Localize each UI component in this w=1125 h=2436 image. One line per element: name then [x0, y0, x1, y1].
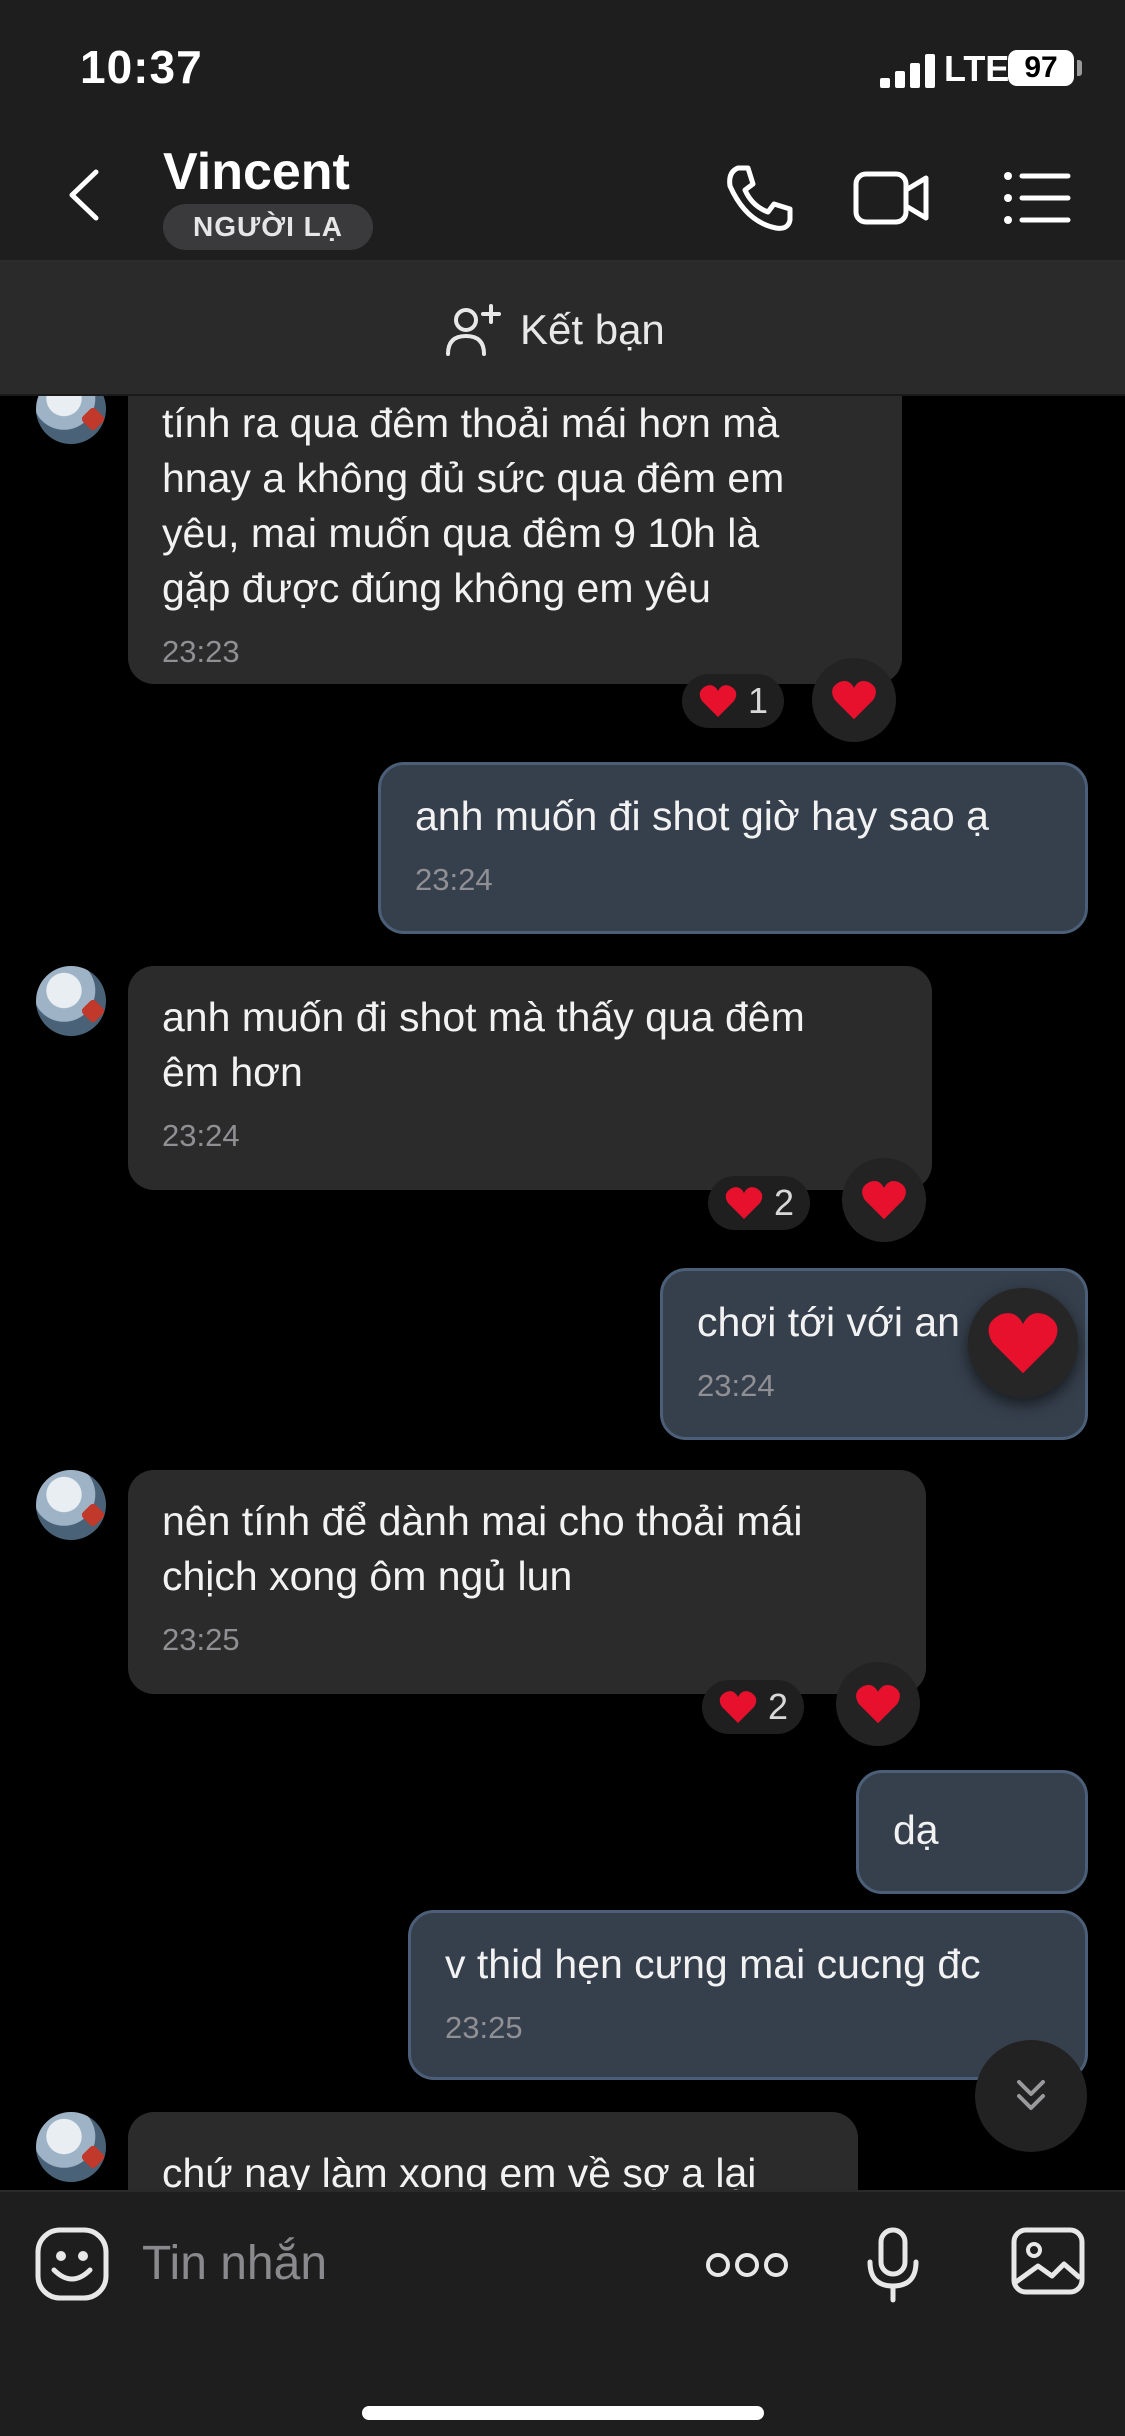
react-button[interactable] — [968, 1288, 1078, 1398]
message-bubble[interactable]: nên tính để dành mai cho thoải mái chịch… — [128, 1470, 926, 1694]
add-user-icon — [446, 304, 501, 356]
status-bar: 10:37 LTE 97 — [0, 0, 1125, 130]
add-friend-bar[interactable]: Kết bạn — [0, 262, 1125, 396]
message-time: 23:24 — [415, 862, 493, 897]
heart-icon — [832, 681, 876, 720]
message-bubble[interactable]: tính ra qua đêm thoải mái hơn mà hnay a … — [128, 396, 902, 684]
message-time: 23:25 — [445, 2010, 523, 2045]
heart-icon — [725, 1187, 763, 1219]
add-friend-button[interactable]: Kết bạn — [444, 302, 665, 358]
heart-icon — [988, 1313, 1058, 1374]
phone-icon[interactable] — [718, 160, 798, 236]
message-text: anh muốn đi shot mà thấy qua đêm êm hơn — [162, 994, 805, 1095]
signal-icon — [880, 54, 935, 88]
status-time: 10:37 — [80, 41, 203, 93]
video-camera-icon[interactable] — [852, 160, 932, 236]
sticker-icon[interactable] — [34, 2226, 110, 2302]
message-bubble[interactable]: anh muốn đi shot mà thấy qua đêm êm hơn … — [128, 966, 932, 1190]
avatar[interactable] — [36, 1470, 106, 1540]
image-icon[interactable] — [1010, 2226, 1086, 2296]
chat-header: Vincent NGƯỜI LẠ — [0, 130, 1125, 262]
heart-icon — [862, 1181, 906, 1220]
message-bubble[interactable]: chứ nay làm xong em về sợ a lại — [128, 2112, 858, 2190]
message-input-bar: Tin nhắn — [0, 2190, 1125, 2436]
message-text: v thid hẹn cưng mai cucng đc — [445, 1941, 981, 1987]
avatar[interactable] — [36, 2112, 106, 2182]
message-bubble[interactable]: v thid hẹn cưng mai cucng đc 23:25 — [408, 1910, 1088, 2080]
reaction-count: 2 — [768, 1686, 789, 1727]
message-list[interactable]: tính ra qua đêm thoải mái hơn mà hnay a … — [0, 396, 1125, 2190]
add-friend-label: Kết bạn — [520, 306, 665, 353]
react-button[interactable] — [836, 1662, 920, 1746]
message-bubble[interactable]: dạ — [856, 1770, 1088, 1894]
react-button[interactable] — [842, 1158, 926, 1242]
message-input[interactable]: Tin nhắn — [142, 2236, 327, 2291]
heart-icon — [699, 685, 737, 717]
message-time: 23:25 — [162, 1622, 240, 1657]
react-button[interactable] — [812, 658, 896, 742]
message-text: nên tính để dành mai cho thoải mái chịch… — [162, 1498, 803, 1599]
message-text: tính ra qua đêm thoải mái hơn mà hnay a … — [162, 400, 785, 611]
message-text: anh muốn đi shot giờ hay sao ạ — [415, 793, 989, 839]
heart-icon — [856, 1685, 900, 1724]
scroll-to-bottom-button[interactable] — [975, 2040, 1087, 2152]
list-icon[interactable] — [996, 160, 1076, 236]
stranger-badge: NGƯỜI LẠ — [163, 204, 373, 250]
reaction-count: 2 — [774, 1182, 795, 1223]
avatar[interactable] — [36, 966, 106, 1036]
battery-tip — [1077, 60, 1082, 76]
microphone-icon[interactable] — [864, 2226, 922, 2304]
contact-name[interactable]: Vincent — [163, 142, 350, 202]
message-text: dạ — [893, 1807, 939, 1853]
message-bubble[interactable]: anh muốn đi shot giờ hay sao ạ 23:24 — [378, 762, 1088, 934]
reaction-summary[interactable]: 1 — [682, 674, 785, 728]
double-chevron-down-icon — [1017, 2080, 1045, 2110]
message-time: 23:23 — [162, 634, 240, 669]
reaction-count: 1 — [748, 680, 769, 721]
reaction-summary[interactable]: 2 — [702, 1680, 805, 1734]
battery-level: 97 — [1008, 50, 1074, 86]
network-type: LTE — [944, 48, 1010, 89]
more-icon[interactable] — [705, 2250, 789, 2280]
reaction-summary[interactable]: 2 — [708, 1176, 811, 1230]
message-text: chứ nay làm xong em về sợ a lại — [162, 2150, 757, 2190]
home-indicator — [362, 2406, 764, 2420]
chevron-left-icon[interactable] — [52, 160, 122, 230]
avatar[interactable] — [36, 396, 106, 444]
message-time: 23:24 — [162, 1118, 240, 1153]
heart-icon — [719, 1691, 757, 1723]
